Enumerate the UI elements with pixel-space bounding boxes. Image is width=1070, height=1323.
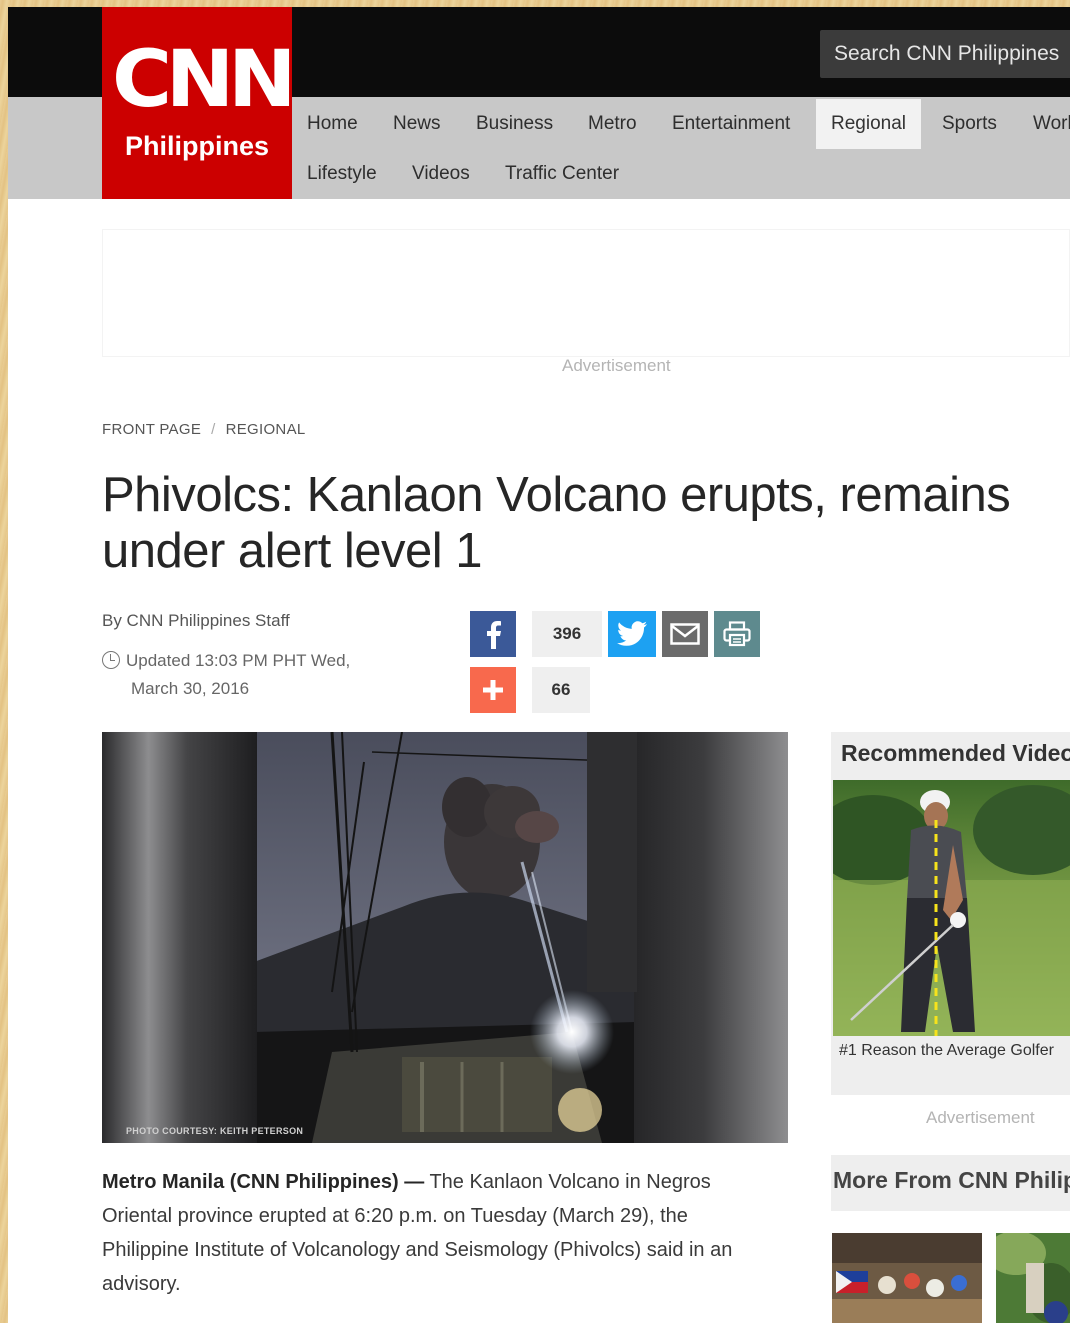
plus-icon — [483, 680, 503, 700]
article-lede: Metro Manila (CNN Philippines) — The Kan… — [102, 1165, 752, 1301]
headline-line-1: Phivolcs: Kanlaon Volcano erupts, remain… — [102, 468, 1011, 522]
more-story-thumbnail-1[interactable] — [832, 1233, 982, 1323]
cnn-philippines-logo[interactable]: CNN Philippines — [102, 7, 297, 199]
nav-videos[interactable]: Videos — [397, 149, 485, 199]
breadcrumb-front-page[interactable]: FRONT PAGE — [102, 421, 201, 438]
breadcrumb-regional[interactable]: REGIONAL — [226, 421, 306, 438]
addthis-share-button[interactable] — [470, 667, 516, 713]
sidebar-ad-label: Advertisement — [926, 1108, 1035, 1127]
email-share-button[interactable] — [662, 611, 708, 657]
email-icon — [670, 623, 700, 645]
article-photo[interactable]: PHOTO COURTESY: KEITH PETERSON — [102, 732, 788, 1143]
byline: By CNN Philippines Staff — [102, 611, 290, 630]
more-story-thumbnail-2[interactable] — [996, 1233, 1070, 1323]
recommended-video-thumbnail[interactable] — [833, 780, 1070, 1036]
parade-image — [832, 1233, 982, 1323]
twitter-icon — [617, 621, 647, 646]
browser-page: CNN Philippines Search CNN Philippines H… — [8, 7, 1070, 1323]
lede-dash: — — [404, 1171, 425, 1193]
recommended-videos-title: Recommended Videos — [841, 740, 1070, 766]
recommended-video-caption[interactable]: #1 Reason the Average Golfer — [839, 1042, 1054, 1060]
nav-news[interactable]: News — [378, 99, 456, 149]
breadcrumb-separator: / — [211, 421, 216, 438]
updated-line-1: Updated 13:03 PM PHT Wed, — [126, 651, 351, 670]
photo-credit: PHOTO COURTESY: KEITH PETERSON — [126, 1126, 304, 1136]
headline-line-2: under alert level 1 — [102, 524, 483, 578]
breadcrumb: FRONT PAGE / REGIONAL — [102, 421, 306, 438]
nav-sports[interactable]: Sports — [927, 99, 1012, 149]
addthis-share-count: 66 — [532, 667, 590, 713]
more-from-cnn-title: More From CNN Philippines — [833, 1167, 1070, 1193]
nav-entertainment[interactable]: Entertainment — [657, 99, 805, 149]
updated-timestamp: Updated 13:03 PM PHT Wed, March 30, 2016 — [102, 647, 350, 703]
nav-lifestyle[interactable]: Lifestyle — [292, 149, 392, 199]
logo-philippines-text: Philippines — [124, 131, 270, 161]
article-headline: Phivolcs: Kanlaon Volcano erupts, remain… — [102, 467, 1070, 579]
lede-dateline: Metro Manila (CNN Philippines) — [102, 1171, 399, 1193]
print-share-button[interactable] — [714, 611, 760, 657]
clock-icon — [102, 651, 120, 669]
print-icon — [723, 621, 751, 647]
nav-home[interactable]: Home — [292, 99, 373, 149]
nav-metro[interactable]: Metro — [573, 99, 652, 149]
nav-world[interactable]: World — [1018, 99, 1070, 149]
facebook-icon — [487, 621, 501, 649]
nav-regional[interactable]: Regional — [816, 99, 921, 149]
logo-cnn-wordmark: CNN — [111, 35, 297, 125]
nav-business[interactable]: Business — [461, 99, 568, 149]
top-ad-label: Advertisement — [562, 356, 671, 375]
volcano-eruption-image — [102, 732, 788, 1143]
facebook-share-button[interactable] — [470, 611, 516, 657]
search-input[interactable]: Search CNN Philippines — [820, 30, 1070, 78]
updated-line-2: March 30, 2016 — [131, 679, 250, 698]
golfer-image — [833, 780, 1070, 1036]
nav-traffic-center[interactable]: Traffic Center — [490, 149, 634, 199]
twitter-share-button[interactable] — [608, 611, 656, 657]
facebook-share-count: 396 — [532, 611, 602, 657]
top-ad-slot[interactable] — [102, 229, 1070, 357]
recommended-videos-widget: Recommended Videos #1 Reason the Average… — [831, 732, 1070, 1095]
garden-image — [996, 1233, 1070, 1323]
more-from-cnn-widget: More From CNN Philippines — [831, 1155, 1070, 1211]
